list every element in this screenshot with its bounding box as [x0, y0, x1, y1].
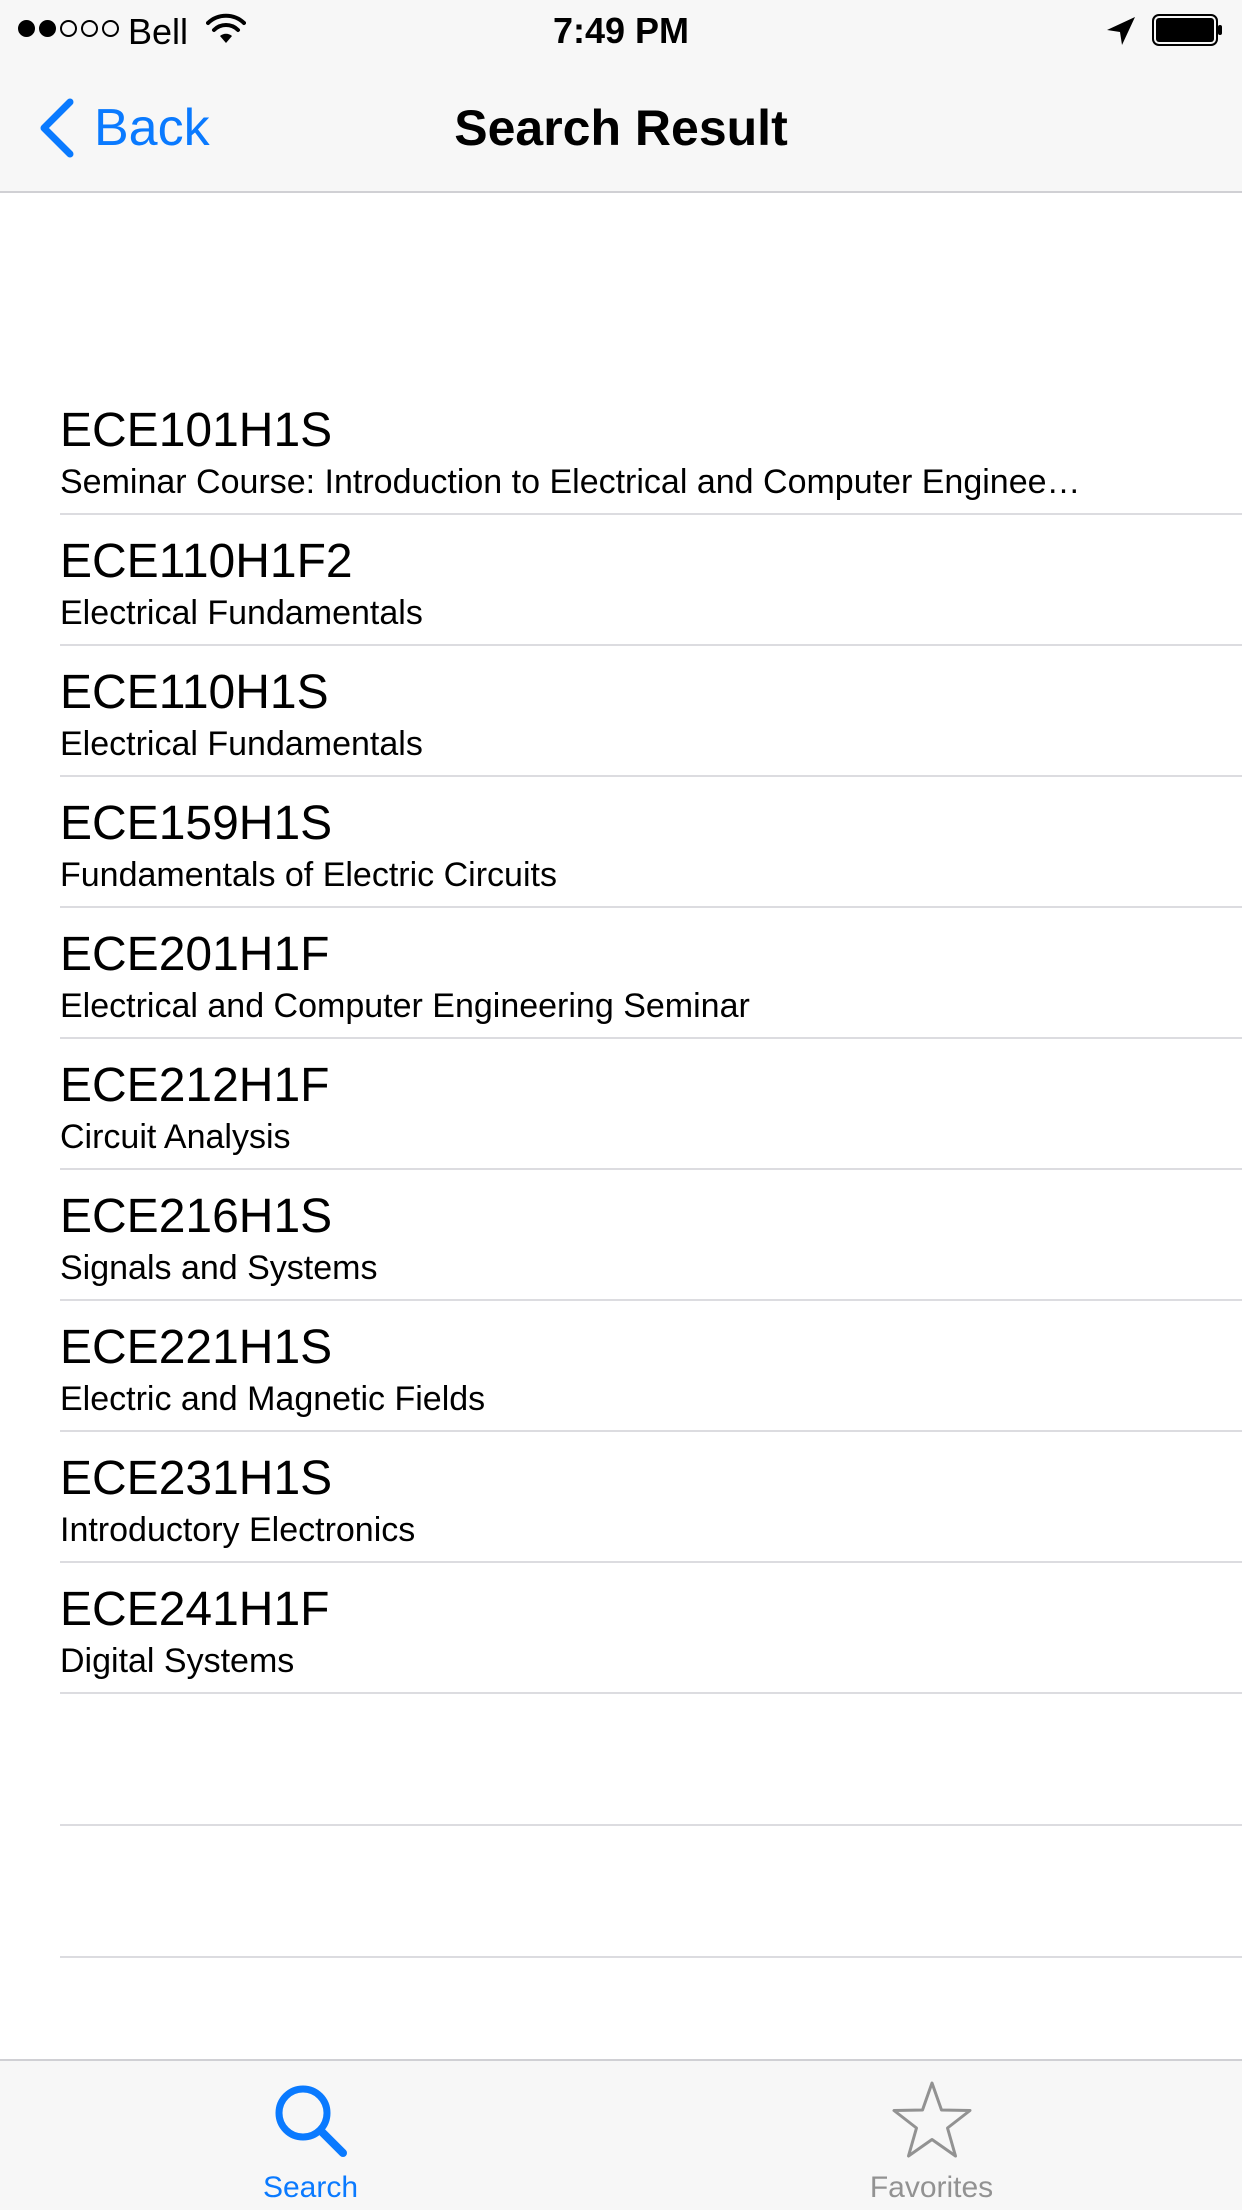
search-icon [275, 2085, 347, 2157]
tab-search-label: Search [262, 2171, 359, 2204]
course-code: ECE159H1S [60, 797, 333, 850]
course-code: ECE216H1S [60, 1190, 333, 1243]
navigation-bar: Back Search Result [0, 60, 1242, 193]
course-title: Electrical Fundamentals [60, 725, 423, 763]
page-title: Search Result [454, 100, 788, 156]
course-title: Circuit Analysis [60, 1118, 291, 1156]
tab-bar: Search Favorites [0, 2059, 1242, 2210]
list-item[interactable]: ECE212H1F Circuit Analysis [60, 1039, 1242, 1170]
tab-search[interactable]: Search [0, 2061, 621, 2210]
course-title: Electric and Magnetic Fields [60, 1380, 486, 1418]
course-title: Digital Systems [60, 1642, 295, 1680]
course-code: ECE201H1F [60, 928, 330, 981]
course-title: Seminar Course: Introduction to Electric… [60, 463, 1081, 501]
course-code: ECE231H1S [60, 1452, 333, 1505]
course-code: ECE212H1F [60, 1059, 330, 1112]
empty-list-row [60, 1694, 1242, 1826]
course-title: Signals and Systems [60, 1249, 378, 1287]
list-item[interactable]: ECE241H1F Digital Systems [60, 1563, 1242, 1694]
list-item[interactable]: ECE216H1S Signals and Systems [60, 1170, 1242, 1301]
list-item[interactable]: ECE101H1S Seminar Course: Introduction t… [60, 384, 1242, 515]
list-item[interactable]: ECE110H1S Electrical Fundamentals [60, 646, 1242, 777]
course-title: Introductory Electronics [60, 1511, 416, 1549]
list-item[interactable]: ECE110H1F2 Electrical Fundamentals [60, 515, 1242, 646]
list-item[interactable]: ECE221H1S Electric and Magnetic Fields [60, 1301, 1242, 1432]
list-item[interactable]: ECE159H1S Fundamentals of Electric Circu… [60, 777, 1242, 908]
course-code: ECE241H1F [60, 1583, 330, 1636]
course-title: Fundamentals of Electric Circuits [60, 856, 557, 894]
list-item[interactable]: ECE201H1F Electrical and Computer Engine… [60, 908, 1242, 1039]
course-code: ECE101H1S [60, 404, 333, 457]
status-time: 7:49 PM [552, 10, 690, 51]
status-bar: Bell 7:49 PM [0, 0, 1242, 60]
list-item[interactable]: ECE231H1S Introductory Electronics [60, 1432, 1242, 1563]
course-code: ECE221H1S [60, 1321, 333, 1374]
battery-icon [1152, 14, 1222, 46]
star-icon [892, 2081, 971, 2158]
tab-favorites[interactable]: Favorites [621, 2061, 1242, 2210]
course-code: ECE110H1F2 [60, 535, 353, 588]
course-title: Electrical and Computer Engineering Semi… [60, 987, 750, 1025]
course-code: ECE110H1S [60, 666, 329, 719]
empty-list-row [60, 1826, 1242, 1958]
course-title: Electrical Fundamentals [60, 594, 423, 632]
search-result-list: ECE101H1S Seminar Course: Introduction t… [0, 384, 1242, 1958]
location-arrow-icon [1107, 17, 1135, 45]
tab-favorites-label: Favorites [869, 2171, 994, 2204]
